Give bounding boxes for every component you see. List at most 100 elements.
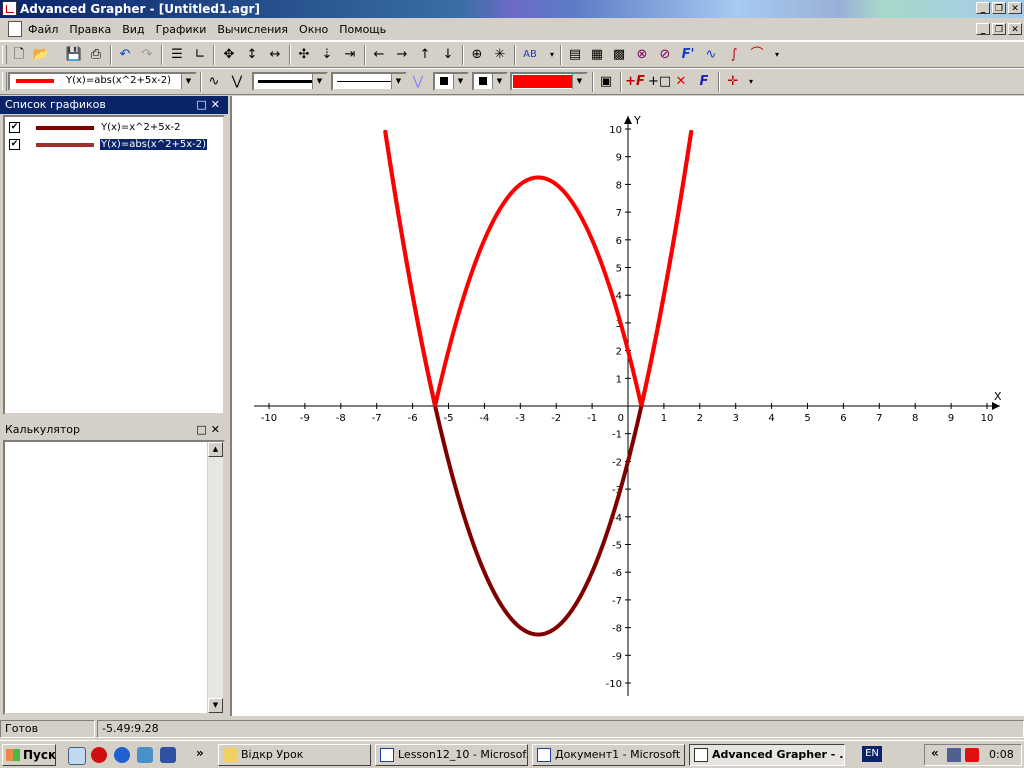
doc-close-button[interactable]: ✕ — [1008, 23, 1022, 35]
integral-icon[interactable]: ∫ — [724, 45, 744, 65]
desktop-icon[interactable] — [68, 747, 86, 765]
pan-icon[interactable]: ✥ — [219, 45, 239, 65]
tangent-icon[interactable]: ∿ — [701, 45, 721, 65]
points-dropdown-icon[interactable]: ▾ — [741, 72, 761, 92]
line-width-combo[interactable]: ▼ — [252, 72, 328, 91]
zoom-horizontal-icon[interactable]: ⇥ — [340, 45, 360, 65]
scroll-down-icon[interactable]: ↓ — [438, 45, 458, 65]
chevron-down-icon[interactable]: ▼ — [453, 74, 467, 89]
line-style-combo[interactable]: ▼ — [331, 72, 407, 91]
doc-restore-button[interactable]: ❐ — [992, 23, 1006, 35]
toolbar-grip[interactable] — [2, 45, 7, 64]
scroll-right-icon[interactable]: → — [392, 45, 412, 65]
marker-style-combo[interactable]: ▼ — [433, 72, 469, 91]
graph-canvas[interactable]: XY-10 -9 -8 -7 -6 -5 -4 -3 -2 -1 0 1 2 3 4 5 6 7 8 9 10-10-9… — [232, 96, 1024, 716]
chevron-down-icon[interactable]: ▼ — [391, 74, 405, 89]
panel-close-icon[interactable]: ✕ — [211, 98, 224, 111]
graph-visible-checkbox[interactable]: ✔ — [9, 139, 20, 150]
panel-dock-icon[interactable]: □ — [196, 98, 210, 111]
delete-graph-icon[interactable]: ✕ — [671, 72, 691, 92]
menu-graphs[interactable]: Графики — [156, 23, 207, 36]
evaluate-icon[interactable]: ⊗ — [632, 45, 652, 65]
label-dropdown-icon[interactable]: ▾ — [542, 45, 562, 65]
quicklaunch-more[interactable]: » — [196, 746, 204, 760]
polyline-icon[interactable]: ⋁ — [227, 72, 247, 92]
opera-icon[interactable] — [91, 747, 107, 763]
task-button-advanced-grapher[interactable]: Advanced Grapher - ... — [689, 744, 845, 766]
plot-area[interactable]: X Y -10 -9 -8 -7 -6 -5 -4 -3 -2 -1 0 1 2 3 4 5 6 7 8 9 10 -10 -9… — [230, 96, 1024, 716]
edit-graph-icon[interactable]: F — [694, 72, 714, 92]
toolbar-grip[interactable] — [2, 72, 7, 91]
add-points-icon[interactable]: ✛ — [723, 72, 743, 92]
point-style-icon[interactable]: ⋁ — [408, 72, 428, 92]
panel-close-icon[interactable]: ✕ — [211, 423, 224, 436]
redo-icon[interactable]: ↷ — [137, 45, 157, 65]
table-icon[interactable]: ▩ — [609, 45, 629, 65]
scroll-up-icon[interactable]: ↑ — [415, 45, 435, 65]
language-indicator[interactable]: EN — [862, 746, 882, 762]
task-button-folder[interactable]: Відкр Урок — [218, 744, 371, 766]
graph-list-icon[interactable]: ☰ — [167, 45, 187, 65]
graph-properties-icon[interactable]: ▣ — [596, 72, 616, 92]
more-tools-dropdown-icon[interactable]: ▾ — [767, 45, 787, 65]
graph-label[interactable]: Y(x)=abs(x^2+5x-2) — [99, 138, 208, 151]
axes-icon[interactable]: ∟ — [190, 45, 210, 65]
smooth-line-icon[interactable]: ∿ — [204, 72, 224, 92]
pan-horizontal-icon[interactable]: ↔ — [265, 45, 285, 65]
app-icon[interactable] — [2, 1, 17, 16]
network-icon[interactable] — [947, 748, 961, 762]
save-icon[interactable]: 💾 — [64, 45, 84, 65]
tray-expand[interactable]: « — [931, 746, 939, 760]
antivirus-icon[interactable] — [965, 748, 979, 762]
derivative-icon[interactable]: F' — [678, 45, 698, 65]
task-button-word-lesson[interactable]: Lesson12_10 - Microsof... — [375, 744, 528, 766]
start-button[interactable]: Пуск — [2, 744, 56, 766]
menu-file[interactable]: Файл — [28, 23, 58, 36]
chevron-down-icon[interactable]: ▼ — [181, 74, 195, 89]
close-button[interactable]: ✕ — [1008, 2, 1022, 14]
print-icon[interactable]: ⎙ — [86, 45, 106, 65]
doc-minimize-button[interactable]: _ — [976, 23, 990, 35]
scroll-left-icon[interactable]: ← — [369, 45, 389, 65]
menu-window[interactable]: Окно — [299, 23, 328, 36]
panel-dock-icon[interactable]: □ — [196, 423, 210, 436]
marker-fill-combo[interactable]: ▼ — [472, 72, 508, 91]
chevron-down-icon[interactable]: ▼ — [572, 74, 586, 89]
color-combo[interactable]: ▼ — [510, 72, 588, 91]
menu-calculations[interactable]: Вычисления — [217, 23, 288, 36]
list-item[interactable]: ✔ Y(x)=x^2+5x-2 — [9, 120, 182, 135]
document-properties-icon[interactable]: ▤ — [565, 45, 585, 65]
intersection-icon[interactable]: ⊘ — [655, 45, 675, 65]
undo-icon[interactable]: ↶ — [115, 45, 135, 65]
zoom-vertical-icon[interactable]: ⇣ — [317, 45, 337, 65]
crosshair-icon[interactable]: ⊕ — [467, 45, 487, 65]
document-icon[interactable] — [8, 21, 22, 37]
add-table-icon[interactable]: +□ — [648, 72, 671, 92]
chevron-down-icon[interactable]: ▼ — [312, 74, 326, 89]
restore-button[interactable]: ❐ — [992, 2, 1006, 14]
menu-view[interactable]: Вид — [122, 23, 144, 36]
calculator-icon[interactable]: ▦ — [587, 45, 607, 65]
quicklaunch-app-icon[interactable] — [160, 747, 176, 763]
text-label-icon[interactable]: AB — [520, 45, 540, 65]
pan-vertical-icon[interactable]: ↕ — [242, 45, 262, 65]
open-folder-icon[interactable]: 📂 — [31, 45, 51, 65]
area-icon[interactable]: ⌒ — [747, 45, 767, 65]
graph-visible-checkbox[interactable]: ✔ — [9, 122, 20, 133]
list-item[interactable]: ✔ Y(x)=abs(x^2+5x-2) — [9, 137, 208, 152]
chevron-down-icon[interactable]: ▼ — [492, 74, 506, 89]
center-icon[interactable]: ✳ — [490, 45, 510, 65]
new-file-icon[interactable]: 🗋 — [9, 45, 29, 65]
internet-explorer-icon[interactable] — [114, 747, 130, 763]
menu-edit[interactable]: Правка — [69, 23, 111, 36]
task-button-word-document[interactable]: Документ1 - Microsoft ... — [532, 744, 685, 766]
graph-select-combo[interactable]: Y(x)=abs(x^2+5x-2) ▼ — [8, 72, 197, 91]
scroll-up-arrow-icon[interactable]: ▲ — [208, 442, 223, 457]
calculator-output[interactable]: ▲ ▼ — [3, 440, 225, 715]
menu-help[interactable]: Помощь — [339, 23, 386, 36]
graph-label[interactable]: Y(x)=x^2+5x-2 — [100, 122, 182, 133]
zoom-in-icon[interactable]: ✣ — [294, 45, 314, 65]
outlook-express-icon[interactable] — [137, 747, 153, 763]
minimize-button[interactable]: _ — [976, 2, 990, 14]
scroll-down-arrow-icon[interactable]: ▼ — [208, 698, 223, 713]
